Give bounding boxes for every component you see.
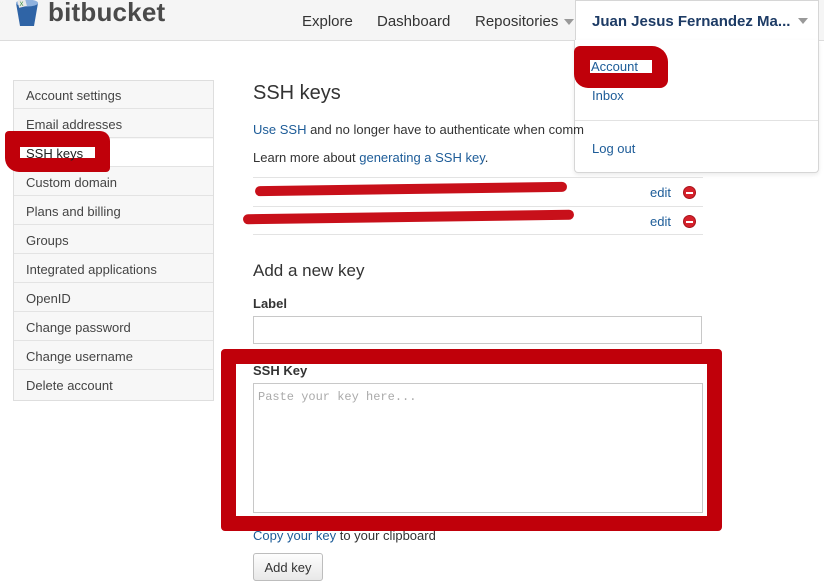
bucket-icon: X (14, 0, 40, 27)
nav-repositories-label: Repositories (475, 13, 559, 30)
label-input[interactable] (253, 316, 702, 344)
edit-key-link[interactable]: edit (650, 214, 671, 229)
nav-repositories[interactable]: Repositories (475, 13, 575, 30)
generating-ssh-key-link[interactable]: generating a SSH key (359, 150, 485, 165)
sidebar-item-delete-account[interactable]: Delete account (14, 371, 213, 399)
sidebar-item-groups[interactable]: Groups (14, 226, 213, 254)
delete-icon[interactable] (683, 215, 696, 228)
sidebar-item-change-password[interactable]: Change password (14, 313, 213, 341)
menu-item-inbox[interactable]: Inbox (592, 88, 624, 103)
sidebar-item-integrated-applications[interactable]: Integrated applications (14, 255, 213, 283)
menu-divider (575, 120, 818, 121)
intro-text-rest: and no longer have to authenticate when … (306, 122, 584, 137)
nav-explore[interactable]: Explore (302, 13, 353, 30)
learn-more-text: Learn more about generating a SSH key. (253, 150, 488, 165)
chevron-down-icon (564, 19, 575, 26)
logo[interactable]: X bitbucket (14, 0, 165, 30)
user-menu-toggle[interactable]: Juan Jesus Fernandez Ma... (575, 0, 819, 41)
sidebar-item-account-settings[interactable]: Account settings (14, 81, 213, 109)
edit-key-link[interactable]: edit (650, 185, 671, 200)
add-key-button[interactable]: Add key (253, 553, 323, 581)
svg-text:X: X (20, 2, 24, 8)
sidebar-item-plans-billing[interactable]: Plans and billing (14, 197, 213, 225)
chevron-down-icon (798, 18, 808, 24)
annotation-frame (221, 349, 722, 531)
logo-text: bitbucket (48, 0, 166, 27)
add-key-heading: Add a new key (253, 261, 365, 280)
delete-icon[interactable] (683, 186, 696, 199)
learn-prefix: Learn more about (253, 150, 360, 165)
user-name: Juan Jesus Fernandez Ma... (592, 13, 791, 30)
nav-dashboard[interactable]: Dashboard (377, 13, 450, 30)
sidebar-item-ssh-keys-highlight-label: SSH keys (26, 146, 84, 161)
learn-suffix: . (484, 150, 489, 165)
sidebar-item-custom-domain[interactable]: Custom domain (14, 168, 213, 196)
use-ssh-link[interactable]: Use SSH (253, 122, 306, 137)
settings-sidebar: Account settings Email addresses SSH key… (13, 80, 214, 401)
menu-item-logout[interactable]: Log out (592, 141, 635, 156)
intro-text: Use SSH and no longer have to authentica… (253, 122, 584, 137)
sidebar-item-change-username[interactable]: Change username (14, 342, 213, 370)
sidebar-item-openid[interactable]: OpenID (14, 284, 213, 312)
label-field-label: Label (253, 296, 287, 311)
menu-item-account-highlight-label: Account (591, 59, 638, 74)
page-title: SSH keys (253, 82, 341, 104)
